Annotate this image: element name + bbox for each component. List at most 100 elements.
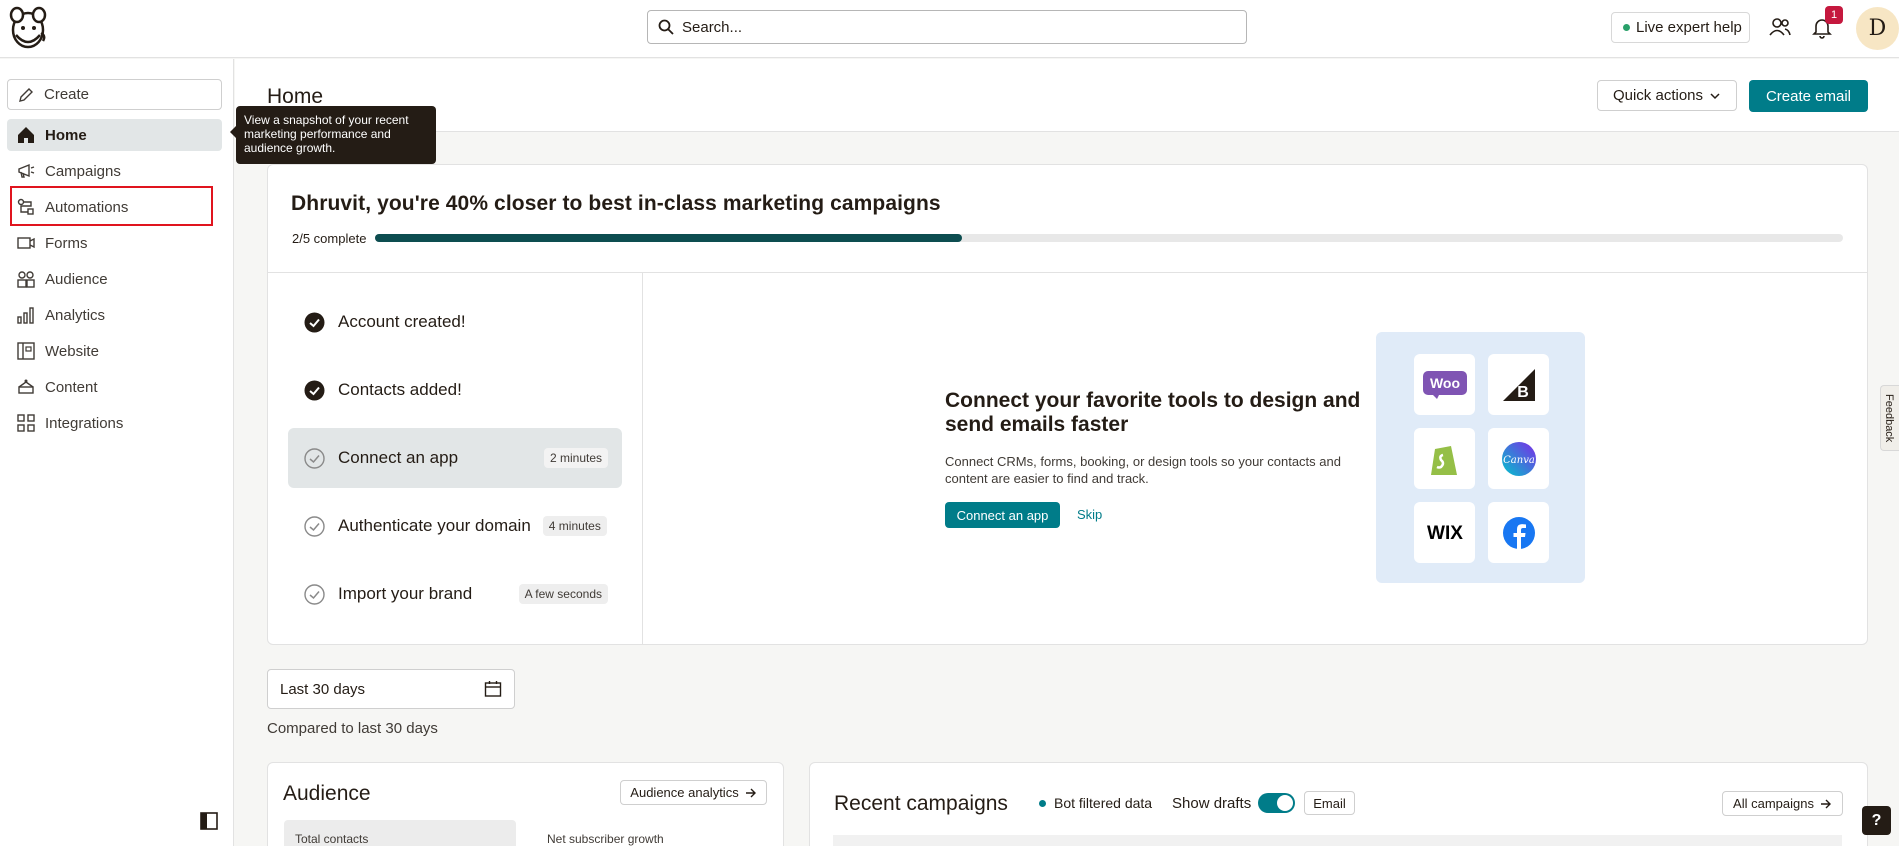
quick-actions-button[interactable]: Quick actions <box>1597 80 1737 111</box>
date-range-select[interactable]: Last 30 days <box>267 669 515 709</box>
sidebar-item-label: Audience <box>45 270 108 288</box>
live-expert-help-button[interactable]: Live expert help <box>1611 12 1750 43</box>
sidebar-item-label: Analytics <box>45 306 106 324</box>
feedback-tab[interactable]: Feedback <box>1880 385 1899 451</box>
check-circle-filled-icon <box>304 380 325 400</box>
total-contacts-label: Total contacts <box>295 832 369 846</box>
progress-bar-fill <box>375 234 963 242</box>
help-button[interactable]: ? <box>1862 806 1891 835</box>
arrow-right-icon <box>1820 799 1831 808</box>
step-contacts-added[interactable]: Contacts added! <box>288 360 622 420</box>
progress-bar <box>375 234 1843 242</box>
create-label: Create <box>44 86 90 103</box>
sidebar-item-forms[interactable]: Forms <box>7 227 222 259</box>
sidebar-item-label: Home <box>45 126 87 144</box>
search-input[interactable] <box>682 18 1222 36</box>
shopify-icon <box>1414 428 1475 489</box>
comparison-note: Compared to last 30 days <box>267 720 438 737</box>
sidebar-item-label: Content <box>45 378 98 396</box>
wix-text: WIX <box>1427 523 1463 544</box>
step-connect-app[interactable]: Connect an app 2 minutes <box>288 428 622 488</box>
toggle-knob <box>1277 795 1293 811</box>
top-bar: Live expert help 1 D <box>0 0 1899 58</box>
automations-highlight-box <box>10 186 213 226</box>
wix-icon: WIX <box>1414 502 1475 563</box>
show-drafts-toggle[interactable] <box>1258 793 1295 813</box>
sidebar-item-home[interactable]: Home <box>7 119 222 151</box>
step-label: Authenticate your domain <box>338 516 531 535</box>
email-filter-button[interactable]: Email <box>1304 791 1355 815</box>
campaign-list-header <box>833 835 1842 846</box>
megaphone-icon <box>16 161 36 181</box>
bar-chart-icon <box>16 305 36 325</box>
recent-campaigns-title: Recent campaigns <box>834 792 1008 815</box>
live-help-label: Live expert help <box>1636 19 1742 36</box>
progress-label: 2/5 complete <box>292 231 367 246</box>
step-import-brand[interactable]: Import your brand A few seconds <box>288 564 622 624</box>
create-button[interactable]: Create <box>7 79 222 110</box>
mailchimp-logo-icon[interactable] <box>8 5 48 51</box>
sidebar-item-label: Integrations <box>45 414 124 432</box>
bot-filter-dot <box>1039 799 1046 807</box>
chevron-down-icon <box>1710 92 1720 99</box>
promo-description: Connect CRMs, forms, booking, or design … <box>945 454 1341 486</box>
sidebar-collapse-icon[interactable] <box>200 812 218 830</box>
app-logos-panel: Woo B Canva WIX <box>1376 332 1585 583</box>
canva-text: Canva <box>1503 455 1535 466</box>
canva-icon: Canva <box>1488 428 1549 489</box>
skip-link[interactable]: Skip <box>1077 507 1102 522</box>
audience-icon <box>16 269 36 289</box>
avatar[interactable]: D <box>1856 7 1899 50</box>
check-circle-filled-icon <box>304 312 325 332</box>
time-badge: 2 minutes <box>543 448 608 468</box>
content-icon <box>16 377 36 397</box>
all-campaigns-button[interactable]: All campaigns <box>1722 791 1843 816</box>
online-status-dot <box>1623 24 1630 31</box>
step-label: Contacts added! <box>338 380 462 399</box>
step-authenticate-domain[interactable]: Authenticate your domain 4 minutes <box>288 496 622 556</box>
feedback-label: Feedback <box>1883 394 1895 443</box>
check-circle-outline-icon <box>304 515 325 537</box>
step-account-created[interactable]: Account created! <box>288 292 622 352</box>
show-drafts-label: Show drafts <box>1172 795 1252 812</box>
sidebar-item-integrations[interactable]: Integrations <box>7 407 222 439</box>
sidebar-item-content[interactable]: Content <box>7 371 222 403</box>
notification-badge: 1 <box>1825 6 1843 24</box>
facebook-icon <box>1488 502 1549 563</box>
sidebar-item-website[interactable]: Website <box>7 335 222 367</box>
onboarding-title: Dhruvit, you're 40% closer to best in-cl… <box>291 192 941 215</box>
bot-filtered-label: Bot filtered data <box>1054 795 1153 811</box>
connect-app-button[interactable]: Connect an app <box>945 502 1060 528</box>
bigcommerce-icon: B <box>1488 354 1549 415</box>
sidebar-item-label: Forms <box>45 234 88 252</box>
check-circle-outline-icon <box>304 447 325 469</box>
quick-actions-label: Quick actions <box>1612 87 1704 104</box>
divider <box>268 272 1867 273</box>
create-email-button[interactable]: Create email <box>1749 80 1868 112</box>
home-tooltip: View a snapshot of your recent marketing… <box>230 106 436 164</box>
sidebar-item-campaigns[interactable]: Campaigns <box>7 155 222 187</box>
step-label: Account created! <box>338 312 466 331</box>
promo-title: Connect your favorite tools to design an… <box>945 389 1361 436</box>
sidebar-item-label: Campaigns <box>45 162 121 180</box>
users-icon[interactable] <box>1768 15 1792 39</box>
website-icon <box>16 341 36 361</box>
audience-analytics-button[interactable]: Audience analytics <box>620 780 767 805</box>
divider <box>642 273 643 644</box>
arrow-right-icon <box>745 788 756 797</box>
woocommerce-icon: Woo <box>1414 354 1475 415</box>
search-bar[interactable] <box>647 10 1247 44</box>
date-range-value: Last 30 days <box>280 680 366 698</box>
all-campaigns-label: All campaigns <box>1733 796 1814 811</box>
time-badge: 4 minutes <box>542 516 607 536</box>
step-label: Import your brand <box>338 584 473 603</box>
sidebar-item-audience[interactable]: Audience <box>7 263 222 295</box>
check-circle-outline-icon <box>304 583 325 605</box>
home-icon <box>16 125 36 145</box>
step-label: Connect an app <box>338 448 459 467</box>
net-growth-label: Net subscriber growth <box>547 832 664 846</box>
grid-icon <box>16 413 36 433</box>
sidebar-item-label: Website <box>45 342 99 360</box>
bot-filtered-indicator[interactable]: Bot filtered data <box>1039 795 1152 811</box>
sidebar-item-analytics[interactable]: Analytics <box>7 299 222 331</box>
